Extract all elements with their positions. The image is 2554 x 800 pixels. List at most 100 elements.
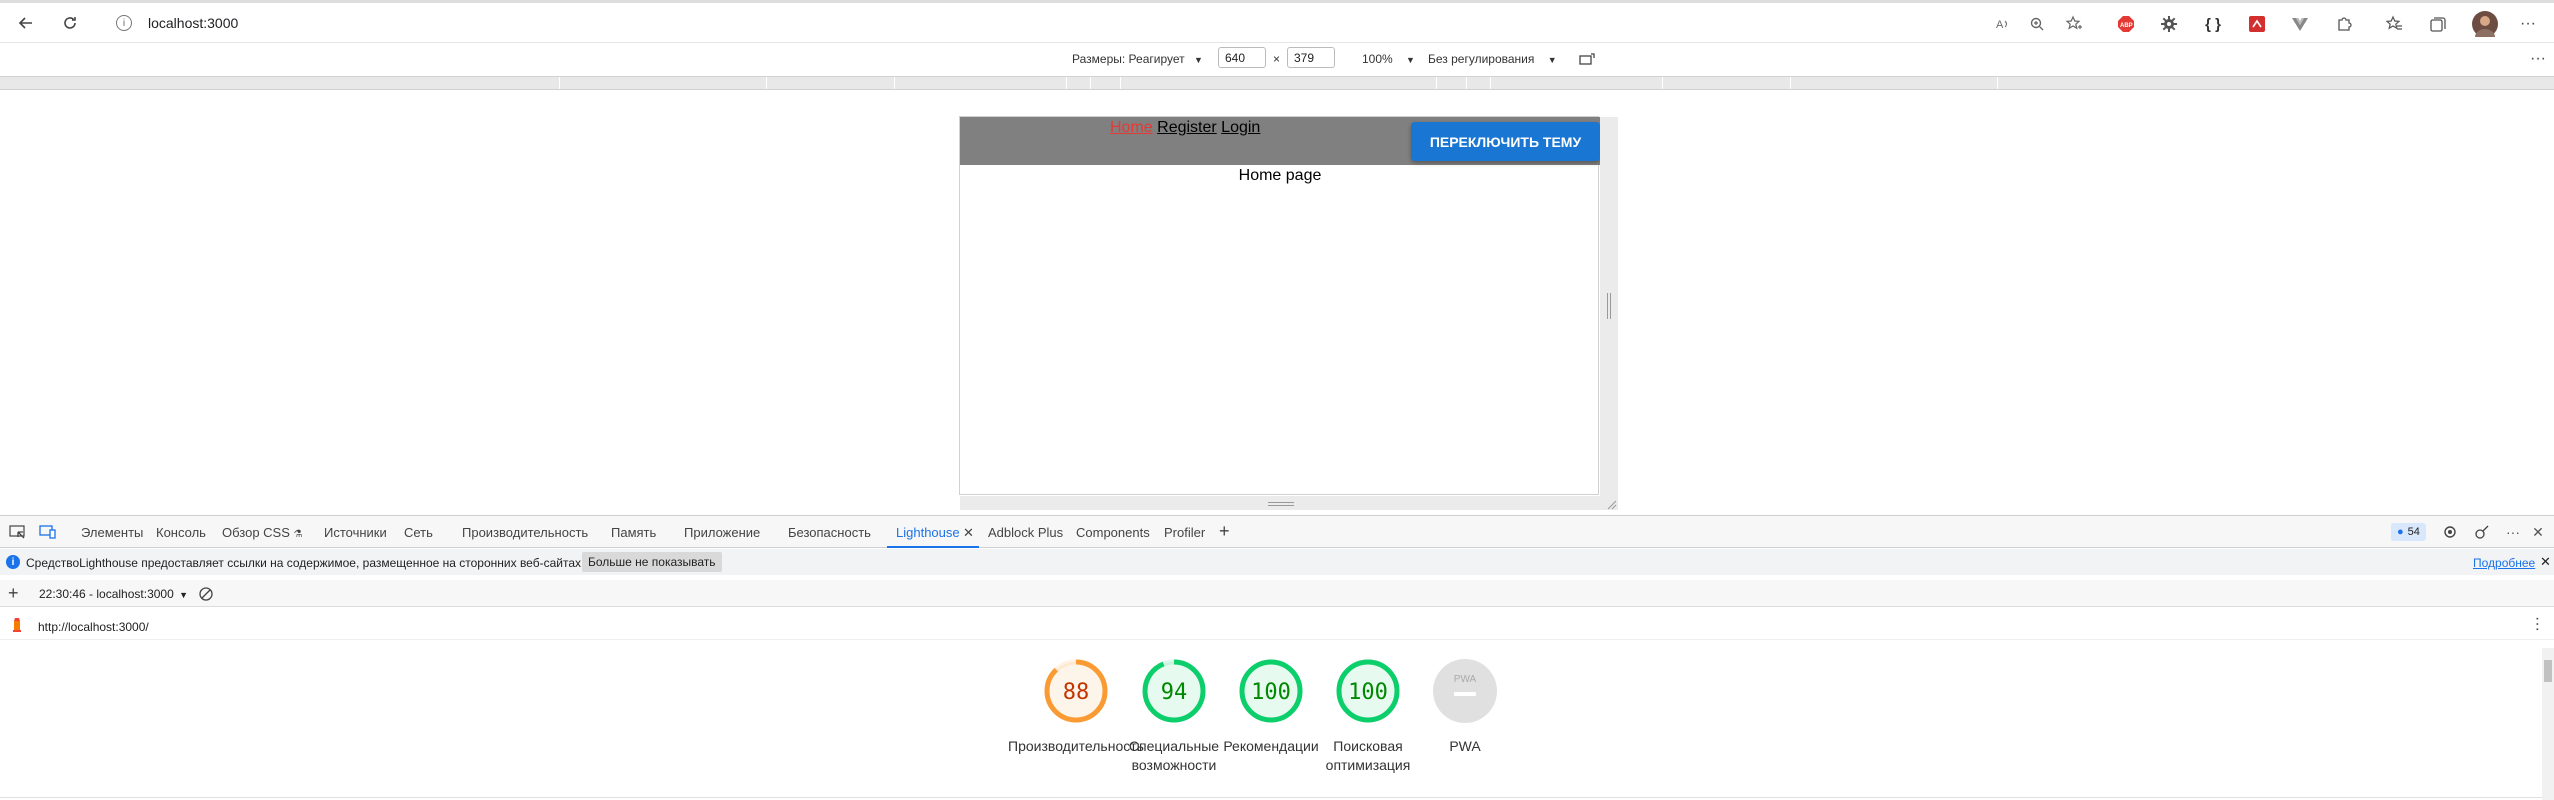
extensions-icon[interactable]	[2334, 14, 2354, 34]
report-menu-icon[interactable]: ···	[2528, 616, 2546, 632]
zoom-icon[interactable]	[2027, 14, 2047, 34]
clear-icon[interactable]	[196, 584, 216, 604]
gauge-label: Поисковая оптимизация	[1325, 738, 1411, 773]
reload-icon[interactable]	[56, 9, 84, 37]
resize-grip-icon[interactable]	[1268, 502, 1294, 506]
more-menu-icon[interactable]: ···	[2518, 14, 2538, 34]
tab-css-overview[interactable]: Обзор CSS ⚗	[222, 525, 302, 540]
tab-security[interactable]: Безопасность	[788, 525, 871, 540]
chevron-down-icon: ▼	[1547, 55, 1557, 65]
ruler-segment[interactable]	[1467, 77, 1491, 89]
height-input[interactable]: 379	[1287, 47, 1335, 68]
toggle-theme-button[interactable]: ПЕРЕКЛЮЧИТЬ ТЕМУ	[1411, 122, 1600, 161]
site-info-icon[interactable]: i	[116, 15, 132, 31]
tab-profiler[interactable]: Profiler	[1164, 525, 1205, 540]
device-more-icon[interactable]: ···	[2528, 49, 2548, 69]
resize-corner-icon[interactable]	[1605, 498, 1617, 510]
ruler-segment[interactable]	[560, 77, 767, 89]
tab-sources[interactable]: Источники	[324, 525, 387, 540]
ruler-segment[interactable]	[1998, 77, 2554, 89]
score-gauge[interactable]: 100	[1335, 658, 1401, 724]
browser-toolbar: i localhost:3000 A ABP { } ···	[0, 3, 2554, 43]
ruler-segment[interactable]	[1437, 77, 1467, 89]
add-favorite-icon[interactable]	[2064, 14, 2084, 34]
extension-red-icon[interactable]	[2247, 14, 2267, 34]
ruler-segment[interactable]	[1663, 77, 1791, 89]
adblock-icon[interactable]: ABP	[2116, 14, 2136, 34]
gauge-ring: 94	[1142, 659, 1206, 723]
back-icon[interactable]	[12, 9, 40, 37]
width-input[interactable]: 640	[1218, 47, 1266, 68]
tab-components[interactable]: Components	[1076, 525, 1150, 540]
dont-show-again-button[interactable]: Больше не показывать	[582, 552, 722, 572]
pwa-gauge[interactable]: PWA	[1432, 658, 1498, 724]
ruler-segment[interactable]	[1091, 77, 1121, 89]
tab-network[interactable]: Сеть	[404, 525, 433, 540]
vue-devtools-icon[interactable]	[2290, 14, 2310, 34]
tab-console[interactable]: Консоль	[156, 525, 206, 540]
ruler-segment[interactable]	[1121, 77, 1437, 89]
new-report-icon[interactable]: +	[8, 583, 19, 604]
info-icon: i	[6, 555, 20, 569]
ruler-segment[interactable]	[1491, 77, 1663, 89]
favorites-icon[interactable]	[2384, 14, 2404, 34]
tab-elements[interactable]: Элементы	[81, 525, 143, 540]
address-text[interactable]: localhost:3000	[148, 15, 238, 31]
score-gauge[interactable]: 88	[1043, 658, 1109, 724]
message-icon: ●	[2397, 526, 2404, 538]
inspect-icon[interactable]	[8, 522, 28, 542]
address-bar[interactable]: i localhost:3000	[100, 8, 2000, 38]
svg-text:A: A	[1996, 19, 2004, 31]
customize-icon[interactable]	[2472, 522, 2492, 542]
gauge-score: 88	[1063, 680, 1090, 705]
lighthouse-icon	[10, 617, 24, 633]
report-scrollbar-thumb[interactable]	[2544, 660, 2552, 682]
ruler-segment[interactable]	[1067, 77, 1091, 89]
ruler-segment[interactable]	[1791, 77, 1998, 89]
active-tab-indicator	[887, 546, 979, 548]
nav-link-login[interactable]: Login	[1221, 119, 1260, 136]
resize-grip-icon[interactable]	[1607, 293, 1611, 319]
issues-badge[interactable]: ● 54	[2391, 523, 2426, 541]
close-info-icon[interactable]: ✕	[2540, 554, 2551, 570]
nav-link-home[interactable]: Home	[1110, 119, 1153, 136]
score-gauge[interactable]: 100	[1238, 658, 1304, 724]
chevron-down-icon: ▼	[1406, 55, 1415, 65]
rotate-icon[interactable]	[1578, 49, 1598, 69]
dimensions-dropdown[interactable]: Размеры: Реагирует ▼	[1072, 52, 1203, 66]
device-toolbar: Размеры: Реагирует ▼ 640 × 379 100% ▼ Бе…	[0, 44, 2554, 74]
learn-more-link[interactable]: Подробнее	[2473, 556, 2535, 570]
close-devtools-icon[interactable]: ✕	[2528, 522, 2548, 542]
add-tab-icon[interactable]: +	[1219, 521, 1230, 542]
score-gauge[interactable]: 94	[1141, 658, 1207, 724]
tab-performance[interactable]: Производительность	[462, 525, 588, 540]
tab-adblock-plus[interactable]: Adblock Plus	[988, 525, 1063, 540]
throttling-dropdown[interactable]: Без регулирования ▼	[1428, 52, 1557, 66]
report-url[interactable]: http://localhost:3000/	[38, 620, 149, 634]
nav-link-register[interactable]: Register	[1157, 119, 1217, 136]
extension-gear-icon[interactable]	[2159, 14, 2179, 34]
app-nav: Home Register Login	[1110, 119, 1260, 137]
tab-memory[interactable]: Память	[611, 525, 656, 540]
times-sign: ×	[1273, 52, 1281, 66]
zoom-dropdown[interactable]: 100% ▼	[1362, 52, 1415, 66]
report-select[interactable]: 22:30:46 - localhost:3000 ▼	[39, 587, 188, 601]
json-viewer-icon[interactable]: { }	[2203, 14, 2223, 34]
profile-avatar[interactable]	[2472, 11, 2498, 37]
media-query-ruler[interactable]	[0, 76, 2554, 90]
device-toggle-icon[interactable]	[38, 522, 58, 542]
devtools-tabbar: Элементы Консоль Обзор CSS ⚗ Источники С…	[0, 515, 2554, 548]
read-aloud-icon[interactable]: A	[1993, 14, 2013, 34]
collections-icon[interactable]	[2428, 14, 2448, 34]
tab-application[interactable]: Приложение	[684, 525, 760, 540]
devtools-more-icon[interactable]: ···	[2503, 522, 2523, 542]
emulated-viewport: Home Register Login ПЕРЕКЛЮЧИТЬ ТЕМУ Hom…	[959, 116, 1618, 510]
ruler-segment[interactable]	[895, 77, 1067, 89]
ruler-segment[interactable]	[0, 77, 560, 89]
gauge-ring: 88	[1044, 659, 1108, 723]
close-tab-icon[interactable]: ✕	[963, 525, 974, 541]
ruler-segment[interactable]	[767, 77, 895, 89]
settings-gear-icon[interactable]	[2440, 522, 2460, 542]
page-title: Home page	[1238, 167, 1322, 184]
tab-lighthouse[interactable]: Lighthouse	[896, 525, 960, 540]
